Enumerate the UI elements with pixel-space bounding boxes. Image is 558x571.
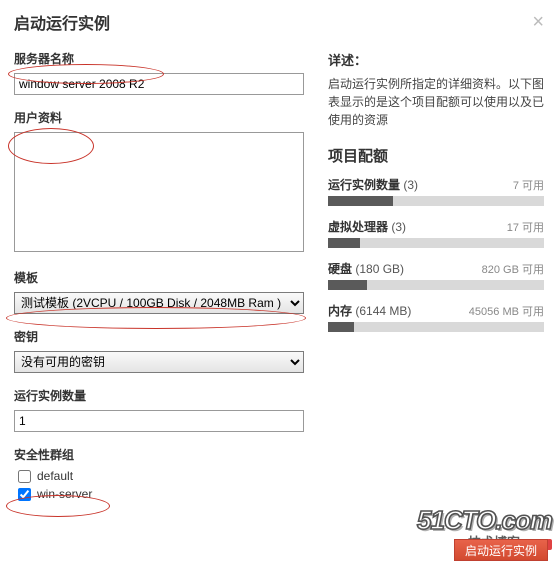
quota-instances-bar: [328, 196, 544, 206]
instances-label: 运行实例数量: [14, 387, 304, 404]
close-icon[interactable]: ×: [532, 12, 544, 32]
server-name-label: 服务器名称: [14, 50, 304, 67]
quota-disk-avail: 820 GB 可用: [482, 261, 544, 277]
quota-disk-bar: [328, 280, 544, 290]
key-select[interactable]: 没有可用的密钥: [14, 351, 304, 373]
details-desc: 启动运行实例所指定的详细资料。以下图表显示的是这个项目配额可以使用以及已使用的资…: [328, 75, 544, 129]
server-name-input[interactable]: [14, 73, 304, 95]
user-data-textarea[interactable]: [14, 132, 304, 252]
user-data-label: 用户资料: [14, 109, 304, 126]
quota-vcpu-name: 虚拟处理器 (3): [328, 218, 406, 235]
quota-ram-avail: 45056 MB 可用: [469, 303, 544, 319]
secgroup-default-checkbox[interactable]: [18, 470, 31, 483]
quota-vcpu-avail: 17 可用: [507, 219, 544, 235]
quota-instances-avail: 7 可用: [513, 177, 544, 193]
quota-ram-bar: [328, 322, 544, 332]
quota-title: 项目配额: [328, 145, 544, 166]
template-label: 模板: [14, 269, 304, 286]
template-select[interactable]: 测试模板 (2VCPU / 100GB Disk / 2048MB Ram ): [14, 292, 304, 314]
quota-instances-name: 运行实例数量 (3): [328, 176, 418, 193]
details-title: 详述：: [328, 50, 544, 69]
key-label: 密钥: [14, 328, 304, 345]
secgroup-winserver-label: win-server: [37, 487, 92, 501]
quota-vcpu-bar: [328, 238, 544, 248]
instances-input[interactable]: [14, 410, 304, 432]
secgroup-default-label: default: [37, 469, 73, 483]
dialog-title: 启动运行实例: [14, 10, 110, 34]
launch-instance-button[interactable]: 启动运行实例: [454, 539, 548, 561]
secgroup-winserver-checkbox[interactable]: [18, 488, 31, 501]
quota-disk-name: 硬盘 (180 GB): [328, 260, 404, 277]
security-groups-label: 安全性群组: [14, 446, 304, 463]
quota-ram-name: 内存 (6144 MB): [328, 302, 411, 319]
